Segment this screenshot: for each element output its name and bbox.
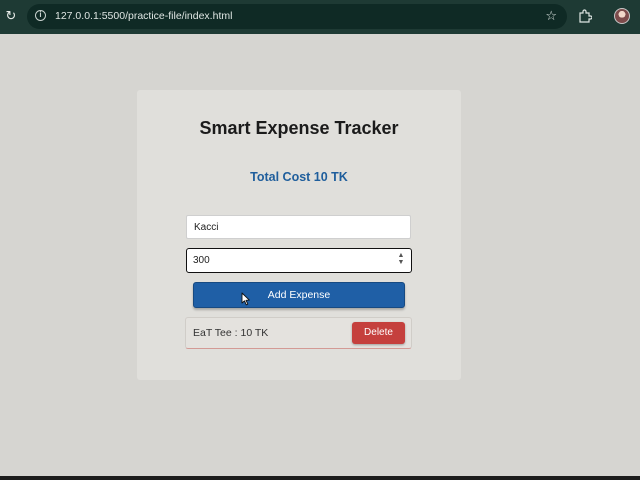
add-expense-button[interactable]: Add Expense <box>193 282 405 308</box>
page-title: Smart Expense Tracker <box>199 118 399 138</box>
browser-toolbar: ↻ i 127.0.0.1:5500/practice-file/index.h… <box>0 0 640 34</box>
number-stepper-icon[interactable]: ▲ ▼ <box>397 252 405 268</box>
puzzle-icon[interactable] <box>578 9 592 23</box>
delete-button[interactable]: Delete <box>352 322 405 344</box>
star-icon[interactable]: ☆ <box>545 8 557 24</box>
url-text[interactable]: 127.0.0.1:5500/practice-file/index.html <box>55 10 232 23</box>
expense-name-input[interactable] <box>186 215 411 239</box>
window-bottom-edge <box>0 476 640 480</box>
total-cost-label: Total Cost 10 TK <box>250 170 348 184</box>
mouse-cursor-icon <box>241 292 250 306</box>
profile-avatar[interactable] <box>614 8 630 24</box>
expense-amount-input[interactable] <box>187 249 399 271</box>
expense-amount-field[interactable]: ▲▼ <box>186 248 412 273</box>
expense-list-item: EaT Tee : 10 TK Delete <box>185 317 412 349</box>
info-icon[interactable]: i <box>35 10 46 21</box>
address-bar[interactable]: i 127.0.0.1:5500/practice-file/index.htm… <box>27 4 567 29</box>
expense-item-text: EaT Tee : 10 TK <box>193 327 269 339</box>
reload-icon[interactable]: ↻ <box>4 9 18 23</box>
expense-tracker-card: Smart Expense Tracker Total Cost 10 TK ▲… <box>137 90 461 380</box>
